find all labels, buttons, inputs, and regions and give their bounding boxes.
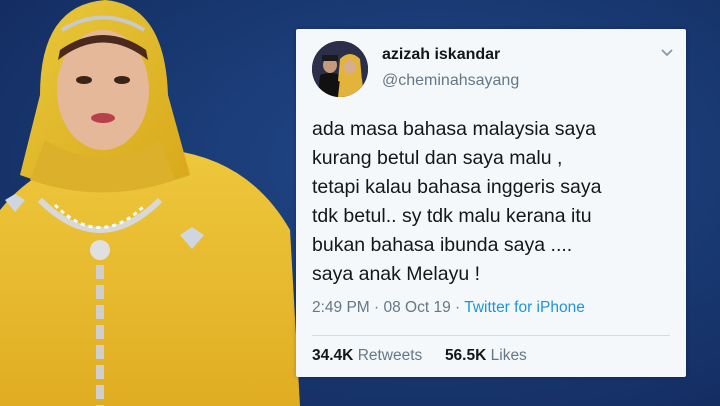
- portrait-image: [0, 0, 300, 406]
- tweet-text-line: bukan bahasa ibunda saya ....: [312, 234, 573, 256]
- tweet-text-line: tetapi kalau bahasa inggeris saya: [312, 176, 602, 198]
- tweet-text: ada masa bahasa malaysia saya kurang bet…: [312, 115, 672, 289]
- tweet-source-link[interactable]: Twitter for iPhone: [464, 299, 585, 316]
- tweet-stats: 34.4K Retweets 56.5K Likes: [312, 347, 527, 365]
- tweet-text-line: kurang betul dan saya malu ,: [312, 147, 563, 169]
- avatar-image: [312, 41, 368, 97]
- retweet-label[interactable]: Retweets: [358, 347, 423, 364]
- tweet-timestamp[interactable]: 2:49 PM · 08 Oct 19 ·: [312, 299, 464, 316]
- like-count[interactable]: 56.5K: [445, 347, 486, 364]
- user-handle[interactable]: @cheminahsayang: [382, 72, 519, 90]
- tweet-card: azizah iskandar @cheminahsayang ada masa…: [296, 29, 686, 377]
- divider: [312, 335, 670, 336]
- chevron-down-icon[interactable]: [660, 47, 674, 57]
- like-label[interactable]: Likes: [491, 347, 527, 364]
- avatar[interactable]: [312, 41, 368, 97]
- tweet-text-line: saya anak Melayu !: [312, 263, 481, 285]
- display-name[interactable]: azizah iskandar: [382, 46, 500, 64]
- tweet-meta: 2:49 PM · 08 Oct 19 · Twitter for iPhone: [312, 299, 585, 317]
- tweet-text-line: ada masa bahasa malaysia saya: [312, 118, 596, 140]
- retweet-count[interactable]: 34.4K: [312, 347, 353, 364]
- tweet-text-line: tdk betul.. sy tdk malu kerana itu: [312, 205, 592, 227]
